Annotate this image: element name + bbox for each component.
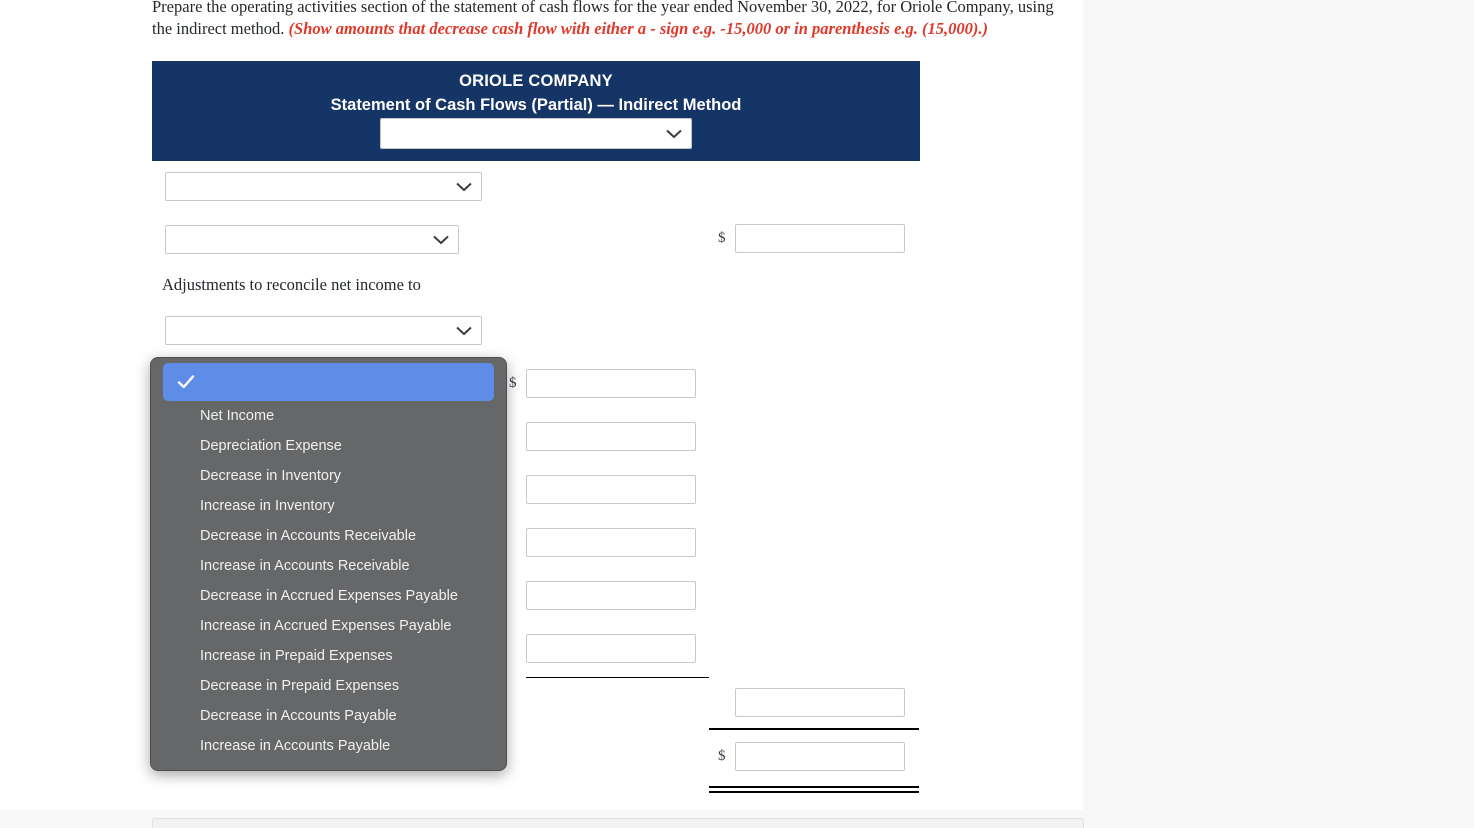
select-adjustment-0[interactable] bbox=[165, 316, 482, 345]
checkmark-icon bbox=[177, 373, 195, 391]
input-adjustment-5[interactable] bbox=[526, 634, 696, 663]
dropdown-option-7[interactable]: Decrease in Accrued Expenses Payable bbox=[151, 581, 506, 611]
statement-company-name: ORIOLE COMPANY bbox=[459, 72, 613, 90]
dropdown-option-label: Increase in Accrued Expenses Payable bbox=[200, 618, 452, 634]
dropdown-option-label: Decrease in Inventory bbox=[200, 468, 342, 484]
dropdown-option-label: Decrease in Prepaid Expenses bbox=[200, 678, 400, 694]
select-period[interactable] bbox=[380, 118, 692, 149]
input-adjustment-4[interactable] bbox=[526, 581, 696, 610]
open-dropdown-menu[interactable]: Net Income Depreciation Expense Decrease i… bbox=[150, 357, 507, 771]
instructions-red-note: (Show amounts that decrease cash flow wi… bbox=[288, 19, 989, 38]
dropdown-option-label: Depreciation Expense bbox=[200, 438, 342, 454]
chevron-down-icon bbox=[456, 326, 472, 336]
input-total-amount[interactable] bbox=[735, 742, 905, 771]
dropdown-option-11[interactable]: Decrease in Accounts Payable bbox=[151, 701, 506, 731]
dropdown-option-8[interactable]: Increase in Accrued Expenses Payable bbox=[151, 611, 506, 641]
chevron-down-icon bbox=[666, 129, 682, 139]
input-adjustment-3[interactable] bbox=[526, 528, 696, 557]
dropdown-option-label: Net Income bbox=[200, 408, 275, 424]
select-section-heading[interactable] bbox=[165, 172, 482, 201]
subtotal-rule-middle bbox=[526, 677, 709, 678]
dropdown-option-1[interactable]: Net Income bbox=[151, 401, 506, 431]
dropdown-option-label: Decrease in Accounts Receivable bbox=[200, 528, 417, 544]
dropdown-option-0[interactable] bbox=[163, 363, 494, 401]
input-adjustment-1[interactable] bbox=[526, 422, 696, 451]
dropdown-option-3[interactable]: Decrease in Inventory bbox=[151, 461, 506, 491]
page-root: Prepare the operating activities section… bbox=[0, 0, 1474, 828]
dropdown-option-10[interactable]: Decrease in Prepaid Expenses bbox=[151, 671, 506, 701]
dollar-sign-net-income: $ bbox=[718, 230, 726, 246]
dropdown-option-label: Decrease in Accounts Payable bbox=[200, 708, 397, 724]
dropdown-option-4[interactable]: Increase in Inventory bbox=[151, 491, 506, 521]
bottom-panel bbox=[152, 818, 1084, 828]
dropdown-option-label: Increase in Accounts Receivable bbox=[200, 558, 410, 574]
total-rule-top bbox=[709, 786, 919, 788]
instructions-text: Prepare the operating activities section… bbox=[152, 0, 1067, 40]
dollar-sign-total: $ bbox=[718, 748, 726, 764]
dropdown-option-5[interactable]: Decrease in Accounts Receivable bbox=[151, 521, 506, 551]
input-adjustment-2[interactable] bbox=[526, 475, 696, 504]
dropdown-option-6[interactable]: Increase in Accounts Receivable bbox=[151, 551, 506, 581]
chevron-down-icon bbox=[456, 182, 472, 192]
dollar-sign-adjustment-0: $ bbox=[509, 375, 517, 391]
chevron-down-icon bbox=[433, 235, 449, 245]
dropdown-option-label: Decrease in Accrued Expenses Payable bbox=[200, 588, 458, 604]
dropdown-option-label: Increase in Accounts Payable bbox=[200, 738, 391, 754]
statement-subtitle: Statement of Cash Flows (Partial) — Indi… bbox=[330, 96, 742, 114]
subtotal-rule-right bbox=[709, 728, 919, 730]
dropdown-option-label: Increase in Inventory bbox=[200, 498, 335, 514]
select-net-income-line[interactable] bbox=[165, 225, 459, 254]
dropdown-option-12[interactable]: Increase in Accounts Payable bbox=[151, 731, 506, 761]
dropdown-option-9[interactable]: Increase in Prepaid Expenses bbox=[151, 641, 506, 671]
input-subtotal-amount[interactable] bbox=[735, 688, 905, 717]
dropdown-option-label: Increase in Prepaid Expenses bbox=[200, 648, 393, 664]
input-net-income-amount[interactable] bbox=[735, 224, 905, 253]
input-adjustment-0[interactable] bbox=[526, 369, 696, 398]
dropdown-option-2[interactable]: Depreciation Expense bbox=[151, 431, 506, 461]
total-rule-bottom bbox=[709, 791, 919, 793]
adjustments-label: Adjustments to reconcile net income to bbox=[162, 275, 421, 294]
